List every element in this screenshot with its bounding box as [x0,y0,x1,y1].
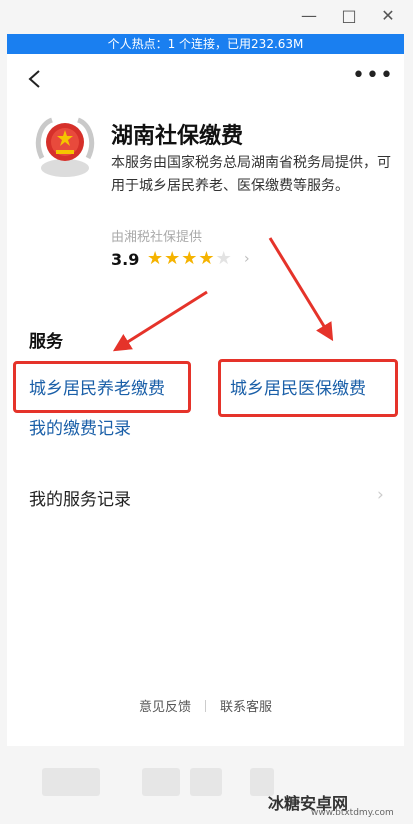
half-star-icon: ★ [198,248,216,269]
maximize-icon[interactable]: □ [335,4,363,28]
footer-links: 意见反馈 联系客服 [7,696,404,715]
tax-emblem-icon [35,117,95,177]
close-icon[interactable]: ✕ [374,4,402,28]
hotspot-status-bar: 个人热点：1 个连接，已用232.63M [7,34,404,54]
support-link[interactable]: 联系客服 [220,696,272,715]
chevron-right-icon: › [377,485,384,505]
star-icon: ★ [147,248,165,269]
app-description: 本服务由国家税务总局湖南省税务局提供，可用于城乡居民养老、医保缴费等服务。 [111,155,391,194]
service-records-row[interactable]: 我的服务记录 [29,485,131,510]
minimize-icon[interactable]: — [295,4,323,28]
annotation-highlight-box [218,359,398,417]
footer-divider [205,700,206,712]
chevron-right-icon[interactable]: › [244,251,250,267]
feedback-link[interactable]: 意见反馈 [139,696,191,715]
star-icon: ★ [181,248,199,269]
blurred-region [142,768,180,796]
star-icon: ★ [164,248,182,269]
blurred-region [42,768,100,796]
app-title: 湖南社保缴费 [111,124,244,149]
provider-text: 由湘税社保提供 [111,230,203,245]
annotation-highlight-box [13,361,191,413]
mini-program-page: ••• 湖南社保缴费 本服务由国家税务总局湖南省税务局提供，可用于城乡居民养老、… [7,54,404,746]
window-titlebar: — □ ✕ [0,0,413,34]
service-link-payment-records[interactable]: 我的缴费记录 [29,414,131,439]
blurred-region [190,768,222,796]
back-icon[interactable] [25,68,47,90]
empty-star-icon: ★ [215,248,233,269]
rating-stars[interactable]: ★★★★★ [147,248,233,269]
watermark-url: www.btxtdmy.com [311,808,394,818]
rating-score: 3.9 [111,250,140,269]
services-section-title: 服务 [29,332,63,352]
more-icon[interactable]: ••• [352,65,393,90]
